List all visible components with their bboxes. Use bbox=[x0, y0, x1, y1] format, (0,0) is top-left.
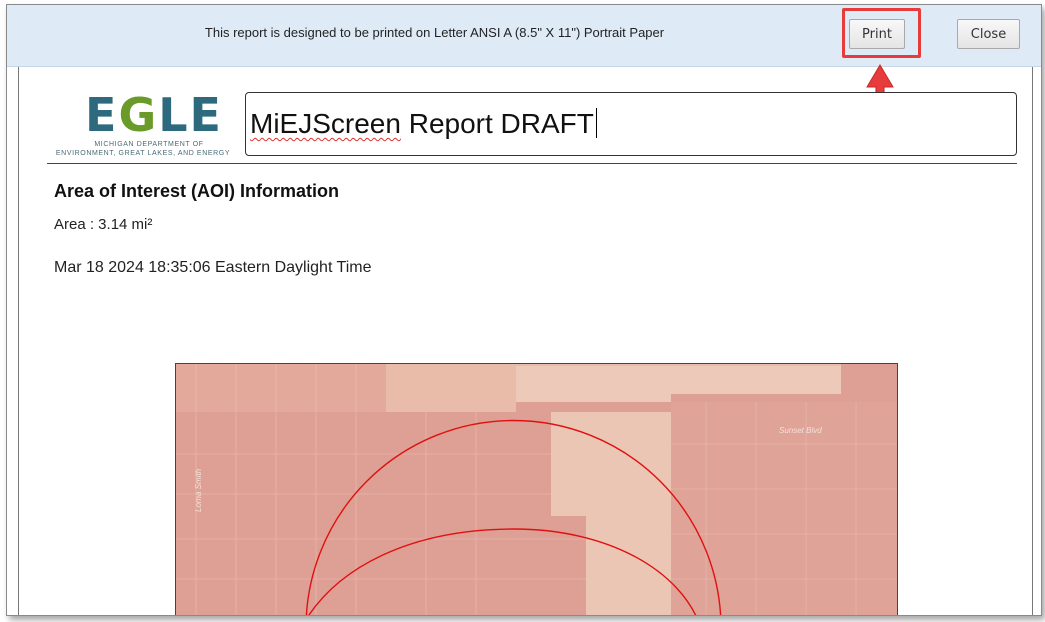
street-label: Sunset Blvd bbox=[779, 426, 822, 435]
egle-logo: EGLE MICHIGAN DEPARTMENT OF ENVIRONMENT,… bbox=[47, 89, 239, 161]
report-timestamp: Mar 18 2024 18:35:06 Eastern Daylight Ti… bbox=[54, 259, 372, 276]
egle-wordmark: EGLE bbox=[85, 88, 223, 142]
map-canvas bbox=[176, 364, 897, 615]
aoi-heading: Area of Interest (AOI) Information bbox=[54, 181, 340, 201]
report-title-text: MiEJScreen Report DRAFT bbox=[250, 108, 597, 140]
print-button-highlight bbox=[842, 8, 921, 58]
header-divider bbox=[47, 163, 1017, 164]
report-window: This report is designed to be printed on… bbox=[6, 4, 1042, 616]
page-border-right bbox=[1032, 67, 1033, 615]
page-border-left bbox=[18, 67, 19, 615]
aoi-area: Area : 3.14 mi² bbox=[54, 216, 153, 233]
close-button[interactable]: Close bbox=[957, 19, 1020, 49]
text-caret bbox=[595, 108, 597, 138]
logo-subtitle-line2: ENVIRONMENT, GREAT LAKES, AND ENERGY bbox=[55, 150, 231, 157]
paper-size-message: This report is designed to be printed on… bbox=[204, 25, 665, 40]
print-toolbar: This report is designed to be printed on… bbox=[7, 5, 1041, 67]
misspelled-word: MiEJScreen bbox=[250, 108, 401, 139]
aoi-map[interactable]: Sunset Blvd Lorna Smith bbox=[175, 363, 898, 615]
logo-subtitle-line1: MICHIGAN DEPARTMENT OF bbox=[94, 141, 204, 148]
street-label: Lorna Smith bbox=[194, 468, 203, 512]
report-title-input[interactable]: MiEJScreen Report DRAFT bbox=[245, 92, 1017, 156]
